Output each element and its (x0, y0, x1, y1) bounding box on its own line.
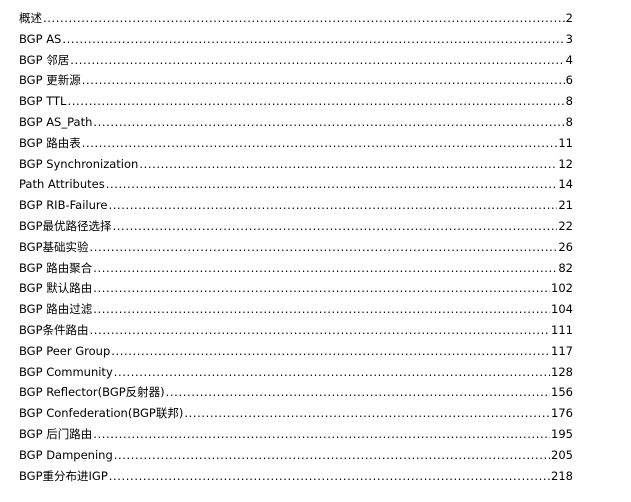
toc-entry-title: BGP Community (19, 364, 113, 379)
toc-entry-page-number: 6 (565, 73, 573, 88)
toc-entry-title: BGP最优路径选择 (19, 218, 112, 233)
toc-entry-page-number: 104 (551, 302, 573, 317)
toc-entry-title: BGP Dampening (19, 447, 113, 462)
toc-entry-page-number: 205 (551, 447, 573, 462)
toc-entry-page-number: 111 (551, 322, 573, 337)
toc-entry[interactable]: BGP TTL.................................… (19, 91, 573, 112)
toc-entry-page-number: 218 (551, 468, 573, 483)
dot-leader: ........................................… (89, 239, 558, 254)
dot-leader: ........................................… (165, 385, 551, 400)
toc-entry-title: BGP Peer Group (19, 343, 111, 358)
toc-entry[interactable]: 概述......................................… (19, 8, 573, 29)
toc-entry-title: BGP AS_Path (19, 114, 93, 129)
toc-entry[interactable]: BGP Reflector(BGP反射器)...................… (19, 382, 573, 403)
toc-entry-title: BGP条件路由 (19, 322, 89, 337)
toc-entry-page-number: 22 (558, 218, 573, 233)
toc-entry-title: BGP 更新源 (19, 73, 81, 88)
toc-entry-title: BGP Synchronization (19, 156, 139, 171)
toc-entry[interactable]: BGP 默认路由................................… (19, 278, 573, 299)
toc-entry[interactable]: BGP AS_Path.............................… (19, 112, 573, 133)
toc-entry-title: BGP 路由过滤 (19, 302, 93, 317)
dot-leader: ........................................… (43, 11, 565, 25)
dot-leader: ........................................… (108, 468, 550, 483)
toc-entry-page-number: 82 (558, 260, 573, 275)
toc-entry[interactable]: BGP AS..................................… (19, 29, 573, 50)
toc-entry-title: 概述 (19, 11, 42, 25)
toc-entry-title: BGP Confederation(BGP联邦) (19, 406, 184, 421)
toc-entry-page-number: 3 (565, 31, 573, 46)
toc-entry[interactable]: BGP重分布进IGP..............................… (19, 466, 573, 487)
toc-entry[interactable]: BGP Community...........................… (19, 362, 573, 383)
toc-entry-title: BGP 路由表 (19, 135, 81, 150)
toc-entry[interactable]: Path Attributes.........................… (19, 174, 573, 195)
toc-entry-title: BGP Reflector(BGP反射器) (19, 385, 165, 400)
toc-entry[interactable]: BGP 后门路由................................… (19, 424, 573, 445)
toc-entry-page-number: 26 (558, 239, 573, 254)
dot-leader: ........................................… (112, 218, 558, 233)
dot-leader: ........................................… (184, 406, 551, 421)
toc-entry-title: BGP 邻居 (19, 52, 70, 67)
toc-entry[interactable]: BGP 路由过滤................................… (19, 299, 573, 320)
toc-entry[interactable]: BGP 邻居..................................… (19, 50, 573, 71)
toc-entry-page-number: 8 (565, 114, 573, 129)
dot-leader: ........................................… (93, 260, 558, 275)
toc-entry-title: BGP RIB-Failure (19, 198, 108, 213)
toc-entry-title: BGP 后门路由 (19, 426, 93, 441)
dot-leader: ........................................… (111, 343, 550, 358)
toc-entry-title: BGP AS (19, 31, 62, 46)
toc-entry-page-number: 4 (565, 52, 573, 67)
toc-entry-page-number: 21 (558, 198, 573, 213)
toc-entry-page-number: 195 (551, 426, 573, 441)
dot-leader: ........................................… (108, 198, 558, 213)
dot-leader: ........................................… (62, 31, 565, 46)
dot-leader: ........................................… (67, 94, 564, 109)
toc-entry[interactable]: BGP Dampening...........................… (19, 445, 573, 466)
toc-entry-page-number: 117 (551, 343, 573, 358)
toc-entry[interactable]: BGP RIB-Failure.........................… (19, 195, 573, 216)
dot-leader: ........................................… (89, 322, 551, 337)
toc-entry-page-number: 102 (551, 281, 573, 296)
toc-entry-page-number: 12 (558, 156, 573, 171)
toc-entry-title: BGP重分布进IGP (19, 468, 108, 483)
toc-entry-page-number: 176 (551, 406, 573, 421)
table-of-contents: 概述......................................… (19, 8, 573, 486)
toc-entry[interactable]: BGP Synchronization.....................… (19, 154, 573, 175)
dot-leader: ........................................… (93, 281, 550, 296)
toc-entry-title: BGP基础实验 (19, 239, 89, 254)
toc-entry-page-number: 128 (551, 364, 573, 379)
toc-entry-page-number: 8 (565, 94, 573, 109)
dot-leader: ........................................… (93, 302, 550, 317)
dot-leader: ........................................… (70, 52, 564, 67)
toc-entry[interactable]: BGP Confederation(BGP联邦)................… (19, 403, 573, 424)
dot-leader: ........................................… (105, 177, 558, 192)
toc-entry[interactable]: BGP 更新源.................................… (19, 70, 573, 91)
toc-entry-title: BGP 默认路由 (19, 281, 93, 296)
dot-leader: ........................................… (81, 73, 565, 88)
dot-leader: ........................................… (113, 447, 550, 462)
toc-entry[interactable]: BGP 路由表.................................… (19, 133, 573, 154)
toc-entry[interactable]: BGP最优路径选择...............................… (19, 216, 573, 237)
dot-leader: ........................................… (113, 364, 550, 379)
dot-leader: ........................................… (93, 426, 550, 441)
toc-entry-title: Path Attributes (19, 177, 105, 192)
dot-leader: ........................................… (81, 135, 558, 150)
toc-entry[interactable]: BGP Peer Group..........................… (19, 341, 573, 362)
toc-entry-page-number: 14 (558, 177, 573, 192)
toc-entry[interactable]: BGP 路由聚合................................… (19, 258, 573, 279)
toc-entry[interactable]: BGP基础实验.................................… (19, 237, 573, 258)
toc-entry-page-number: 2 (565, 11, 573, 25)
toc-entry-page-number: 11 (558, 135, 573, 150)
dot-leader: ........................................… (93, 114, 564, 129)
dot-leader: ........................................… (139, 156, 558, 171)
toc-entry-title: BGP TTL (19, 94, 67, 109)
toc-entry[interactable]: BGP条件路由.................................… (19, 320, 573, 341)
toc-entry-page-number: 156 (551, 385, 573, 400)
toc-entry-title: BGP 路由聚合 (19, 260, 93, 275)
